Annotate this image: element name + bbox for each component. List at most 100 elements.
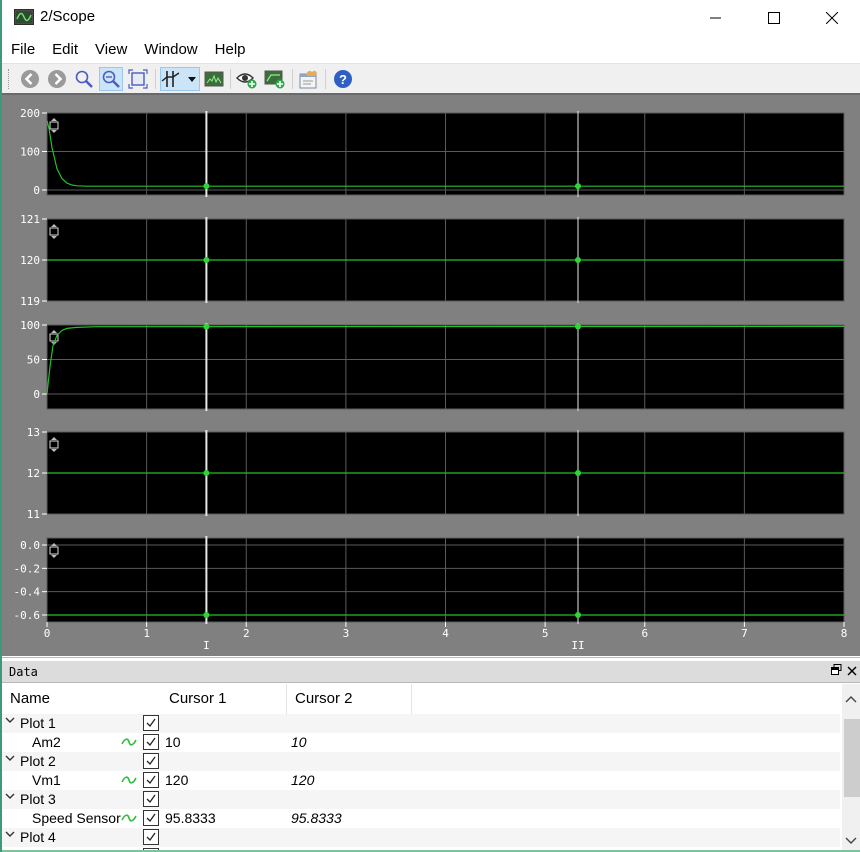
x-tick-label: 4 (442, 627, 449, 640)
menu-edit[interactable]: Edit (43, 38, 86, 62)
float-panel-icon[interactable] (831, 664, 843, 678)
cursor-1-marker (203, 470, 210, 476)
scroll-up-button[interactable] (842, 684, 860, 714)
data-table: Name Cursor 1 Cursor 2 Plot 1 Am2 10 10 Plot… (2, 684, 840, 852)
y-tick-label: -0.2 (14, 562, 41, 575)
column-header-cursor-2[interactable]: Cursor 2 (287, 684, 412, 714)
cursor-1-value: 95.8333 (165, 810, 216, 826)
vertical-scrollbar[interactable] (842, 684, 860, 852)
cursor-2-marker (575, 470, 582, 476)
expand-chevron-icon[interactable] (5, 715, 15, 727)
forward-button[interactable] (45, 67, 69, 91)
properties-button[interactable] (297, 67, 321, 91)
eye-plus-icon (236, 73, 257, 89)
toolbar: ? (2, 63, 860, 93)
menu-help[interactable]: Help (206, 38, 254, 62)
cursor-2-marker (575, 257, 582, 263)
scope-style-button[interactable] (202, 67, 226, 91)
close-panel-icon[interactable] (847, 662, 859, 678)
table-group-row[interactable]: Plot 1 (2, 714, 840, 733)
scrollbar-thumb[interactable] (844, 719, 860, 797)
menu-view[interactable]: View (86, 38, 135, 62)
table-row[interactable]: Speed Sensor 95.8333 95.8333 (2, 809, 840, 828)
visibility-checkbox[interactable] (143, 772, 159, 788)
magnifier-icon (75, 70, 93, 88)
visibility-checkbox[interactable] (143, 829, 159, 845)
title-bar: 2/Scope (2, 0, 860, 36)
expand-chevron-icon[interactable] (5, 829, 15, 841)
close-button[interactable] (804, 0, 860, 36)
row-name: Plot 1 (20, 715, 56, 731)
table-group-row[interactable]: Plot 2 (2, 752, 840, 771)
arrow-right-icon (48, 70, 66, 88)
x-tick-label: 5 (542, 627, 549, 640)
scope-window: 2/Scope File Edit View Window Help ? 0 1… (0, 0, 860, 852)
table-row[interactable]: Am2 10 10 (2, 733, 840, 752)
scope-plots[interactable]: 01002001191201210501001112130.0-0.2-0.4-… (2, 95, 860, 658)
row-name: Am2 (32, 734, 61, 750)
cursor-1-marker (203, 257, 210, 263)
cursor-2-marker (575, 612, 582, 618)
x-tick-label: 7 (741, 627, 748, 640)
scope-plus-icon (264, 70, 285, 89)
x-tick-label: 8 (841, 627, 848, 640)
fit-to-view-button[interactable] (126, 67, 150, 91)
table-group-row[interactable]: Plot 4 (2, 828, 840, 847)
visibility-checkbox[interactable] (143, 810, 159, 826)
maximize-button[interactable] (746, 0, 802, 36)
menu-window[interactable]: Window (135, 38, 205, 62)
cursor-1-marker (203, 183, 210, 190)
add-viewer-button[interactable] (235, 67, 259, 91)
svg-text:?: ? (339, 72, 347, 87)
cursor-2-value: 95.8333 (291, 810, 342, 826)
scope-screen-icon (204, 71, 224, 87)
visibility-checkbox[interactable] (143, 715, 159, 731)
row-name: Plot 4 (20, 829, 56, 845)
help-button[interactable]: ? (331, 67, 355, 91)
y-tick-label: 121 (20, 213, 40, 226)
zoom-in-button[interactable] (72, 67, 96, 91)
scroll-down-button[interactable] (842, 831, 860, 851)
y-tick-label: 12 (27, 467, 40, 480)
toolbar-separator (230, 69, 231, 89)
row-name: Plot 2 (20, 753, 56, 769)
y-tick-label: 120 (20, 254, 40, 267)
cursor-measurement-button[interactable] (160, 67, 200, 91)
y-tick-label: 119 (20, 295, 40, 308)
data-panel-header: Data (2, 661, 860, 683)
row-name: Vm1 (32, 772, 61, 788)
y-tick-label: 0.0 (20, 539, 40, 552)
table-group-row[interactable]: Plot 3 (2, 790, 840, 809)
help-icon: ? (334, 70, 352, 88)
x-tick-label: 6 (641, 627, 648, 640)
table-row[interactable]: Vm1 120 120 (2, 771, 840, 790)
cursor-2-value: 120 (291, 772, 315, 788)
expand-chevron-icon[interactable] (5, 791, 15, 803)
visibility-checkbox[interactable] (143, 734, 159, 750)
cursor-1-marker (203, 612, 210, 618)
minimize-button[interactable] (688, 0, 744, 36)
back-button[interactable] (18, 67, 42, 91)
zoom-x-button[interactable] (99, 67, 123, 91)
y-tick-label: 100 (20, 319, 40, 332)
cursor-2-marker (575, 323, 582, 330)
expand-chevron-icon[interactable] (5, 753, 15, 765)
window-title: 2/Scope (40, 8, 96, 25)
row-name: Speed Sensor (32, 810, 121, 826)
y-tick-label: 200 (20, 107, 40, 120)
visibility-checkbox[interactable] (143, 753, 159, 769)
add-scope-button[interactable] (263, 67, 287, 91)
cursor-2-marker (575, 183, 582, 190)
column-header-name[interactable]: Name (2, 684, 161, 714)
y-tick-label: -0.6 (14, 609, 41, 622)
chevron-down-icon (845, 837, 857, 844)
toolbar-grip[interactable] (8, 69, 10, 89)
y-tick-label: 100 (20, 146, 40, 159)
cursor-1-marker (203, 323, 210, 330)
menu-file[interactable]: File (2, 38, 43, 62)
visibility-checkbox[interactable] (143, 791, 159, 807)
cursor-1-label: I (203, 639, 210, 652)
y-tick-label: -0.4 (14, 586, 41, 599)
x-tick-label: 2 (243, 627, 250, 640)
column-header-cursor-1[interactable]: Cursor 1 (161, 684, 287, 714)
